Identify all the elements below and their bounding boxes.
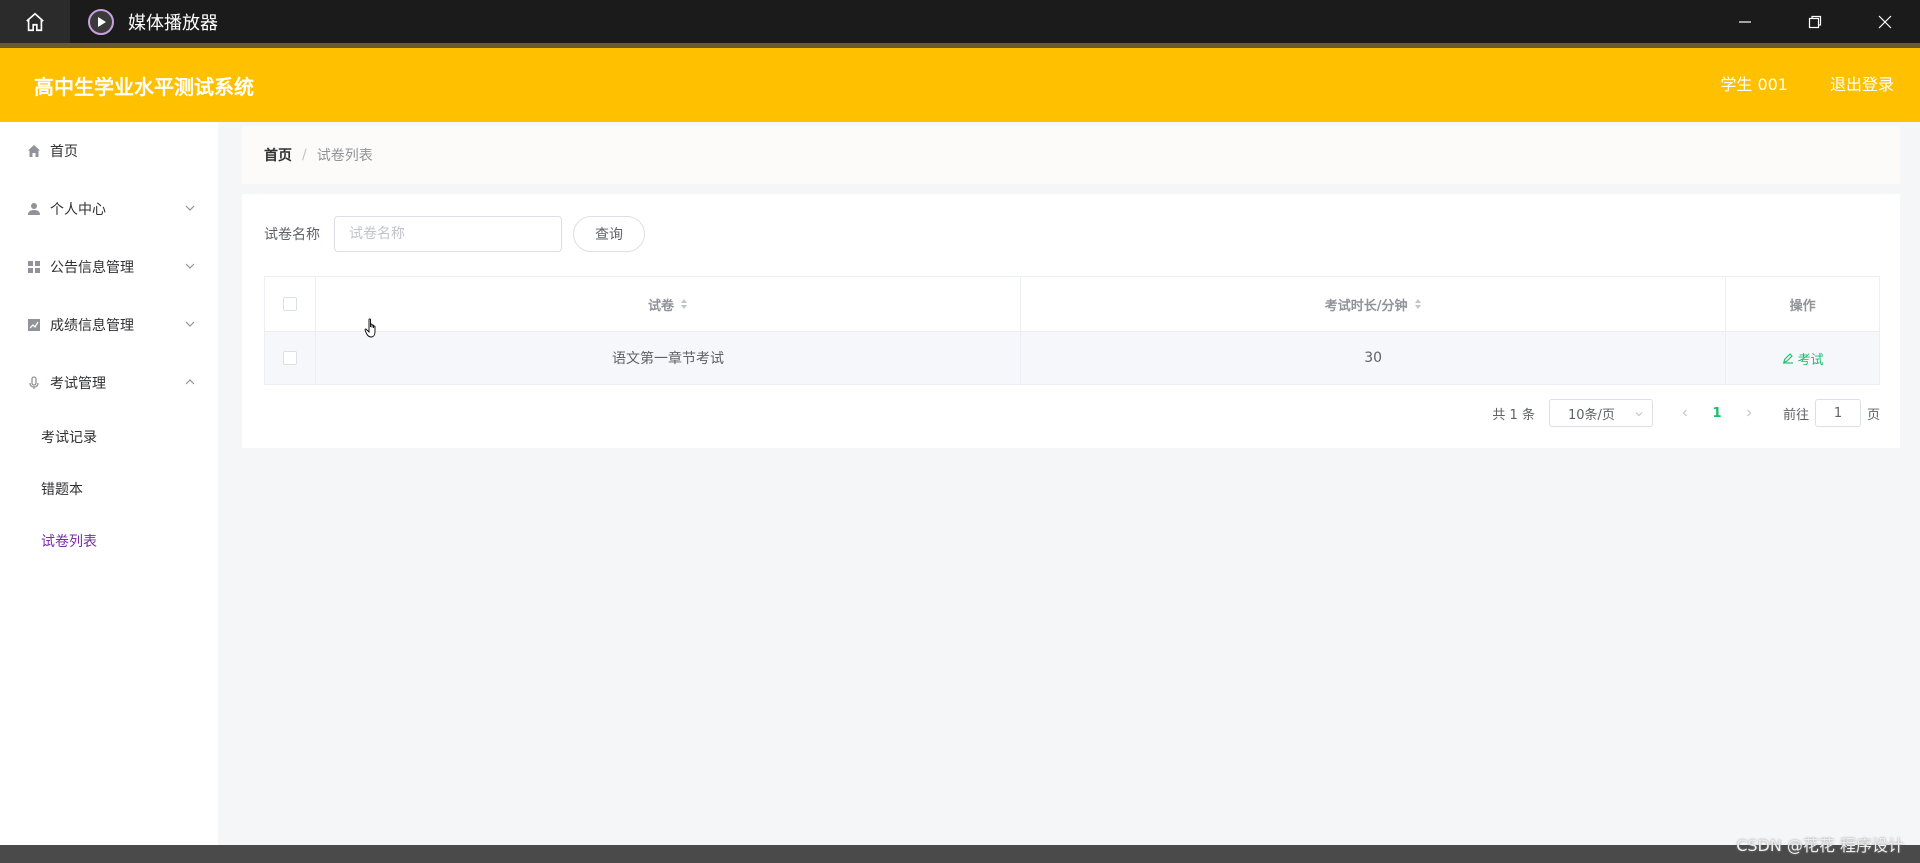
grid-icon [26, 259, 42, 275]
home-icon[interactable] [0, 0, 70, 43]
sidebar-item-notice-management[interactable]: 公告信息管理 [0, 238, 218, 296]
window-titlebar: 媒体播放器 [0, 0, 1920, 43]
restore-button[interactable] [1780, 0, 1850, 43]
prev-page-button[interactable] [1675, 408, 1695, 418]
select-all-checkbox[interactable] [282, 297, 297, 311]
column-header-duration[interactable]: 考试时长/分钟 [1021, 277, 1727, 331]
home-icon [26, 143, 42, 159]
breadcrumb-home[interactable]: 首页 [264, 145, 292, 165]
sidebar-item-label: 考试管理 [50, 376, 106, 392]
take-exam-label: 考试 [1797, 352, 1824, 368]
chevron-down-icon [1635, 412, 1643, 417]
app-header: 高中生学业水平测试系统 学生 001 退出登录 [0, 48, 1920, 122]
breadcrumb-separator: / [302, 147, 307, 163]
table-row[interactable]: 语文第一章节考试 30 考试 [265, 332, 1879, 385]
pagination: 共 1 条 10条/页 1 前往 页 [1492, 398, 1880, 428]
pagination-total: 共 1 条 [1492, 407, 1535, 423]
bottom-bar [0, 845, 1920, 863]
chevron-left-icon [1682, 409, 1687, 417]
column-header-label: 考试时长/分钟 [1324, 298, 1408, 314]
query-button[interactable]: 查询 [573, 216, 645, 252]
take-exam-button[interactable]: 考试 [1782, 349, 1824, 368]
table-header: 试卷 考试时长/分钟 操作 [265, 277, 1879, 332]
page-size-value: 10条/页 [1567, 407, 1615, 423]
row-checkbox[interactable] [282, 351, 297, 365]
breadcrumb: 首页 / 试卷列表 [242, 126, 1900, 184]
duration-cell: 30 [1021, 332, 1727, 384]
sidebar: 首页 个人中心 公告信息管理 成绩信息管理 考试管理 考试记录 错题本 试卷列表 [0, 122, 218, 863]
page-number[interactable]: 1 [1695, 406, 1739, 421]
paper-name-search-input[interactable] [334, 216, 562, 252]
search-label: 试卷名称 [264, 227, 320, 243]
sort-icon[interactable] [680, 298, 688, 310]
sidebar-item-label: 成绩信息管理 [50, 318, 134, 334]
sidebar-subitem-mistake-book[interactable]: 错题本 [0, 464, 218, 516]
actions-cell: 考试 [1726, 332, 1879, 384]
hand-cursor-icon [364, 318, 376, 338]
chart-icon [26, 317, 42, 333]
column-header-label: 操作 [1789, 298, 1816, 314]
column-header-label: 试卷 [647, 298, 674, 314]
media-player-icon [88, 8, 114, 35]
sidebar-item-exam-management[interactable]: 考试管理 [0, 354, 218, 412]
sidebar-subitem-paper-list[interactable]: 试卷列表 [0, 516, 218, 568]
column-header-actions: 操作 [1726, 277, 1879, 331]
sidebar-item-label: 个人中心 [50, 202, 106, 218]
sidebar-item-label: 公告信息管理 [50, 260, 134, 276]
chevron-right-icon [1747, 409, 1752, 417]
sidebar-item-home[interactable]: 首页 [0, 122, 218, 180]
sidebar-item-personal-center[interactable]: 个人中心 [0, 180, 218, 238]
chevron-down-icon [185, 263, 195, 269]
goto-page-input[interactable] [1814, 399, 1861, 427]
user-icon [26, 201, 42, 217]
edit-icon [1782, 353, 1793, 364]
main-panel: 试卷名称 查询 试卷 考试时长/分钟 操作 [242, 194, 1900, 448]
sort-icon[interactable] [1414, 298, 1422, 310]
page-size-select[interactable]: 10条/页 [1548, 399, 1653, 427]
sidebar-subitem-exam-records[interactable]: 考试记录 [0, 412, 218, 464]
current-user: 学生 001 [1720, 75, 1788, 94]
window-title: 媒体播放器 [128, 12, 218, 34]
watermark: CSDN @花花 程序设计 [1736, 836, 1904, 855]
chevron-down-icon [185, 205, 195, 211]
goto-label: 前往 [1782, 407, 1809, 423]
minimize-button[interactable] [1710, 0, 1780, 43]
sidebar-item-score-management[interactable]: 成绩信息管理 [0, 296, 218, 354]
logout-button[interactable]: 退出登录 [1830, 48, 1894, 122]
chevron-down-icon [185, 321, 195, 327]
system-title: 高中生学业水平测试系统 [34, 74, 254, 99]
microphone-icon [26, 375, 42, 391]
page-suffix: 页 [1866, 407, 1880, 423]
close-button[interactable] [1850, 0, 1920, 43]
sidebar-item-label: 首页 [50, 144, 78, 160]
row-checkbox-cell [265, 332, 316, 384]
paper-table: 试卷 考试时长/分钟 操作 语文第一章节考试 30 考试 [264, 276, 1880, 385]
chevron-up-icon [185, 379, 195, 385]
column-header-paper[interactable]: 试卷 [316, 277, 1022, 331]
paper-name-cell: 语文第一章节考试 [316, 332, 1022, 384]
breadcrumb-current: 试卷列表 [316, 148, 373, 164]
header-checkbox-cell [265, 277, 316, 331]
next-page-button[interactable] [1739, 408, 1759, 418]
